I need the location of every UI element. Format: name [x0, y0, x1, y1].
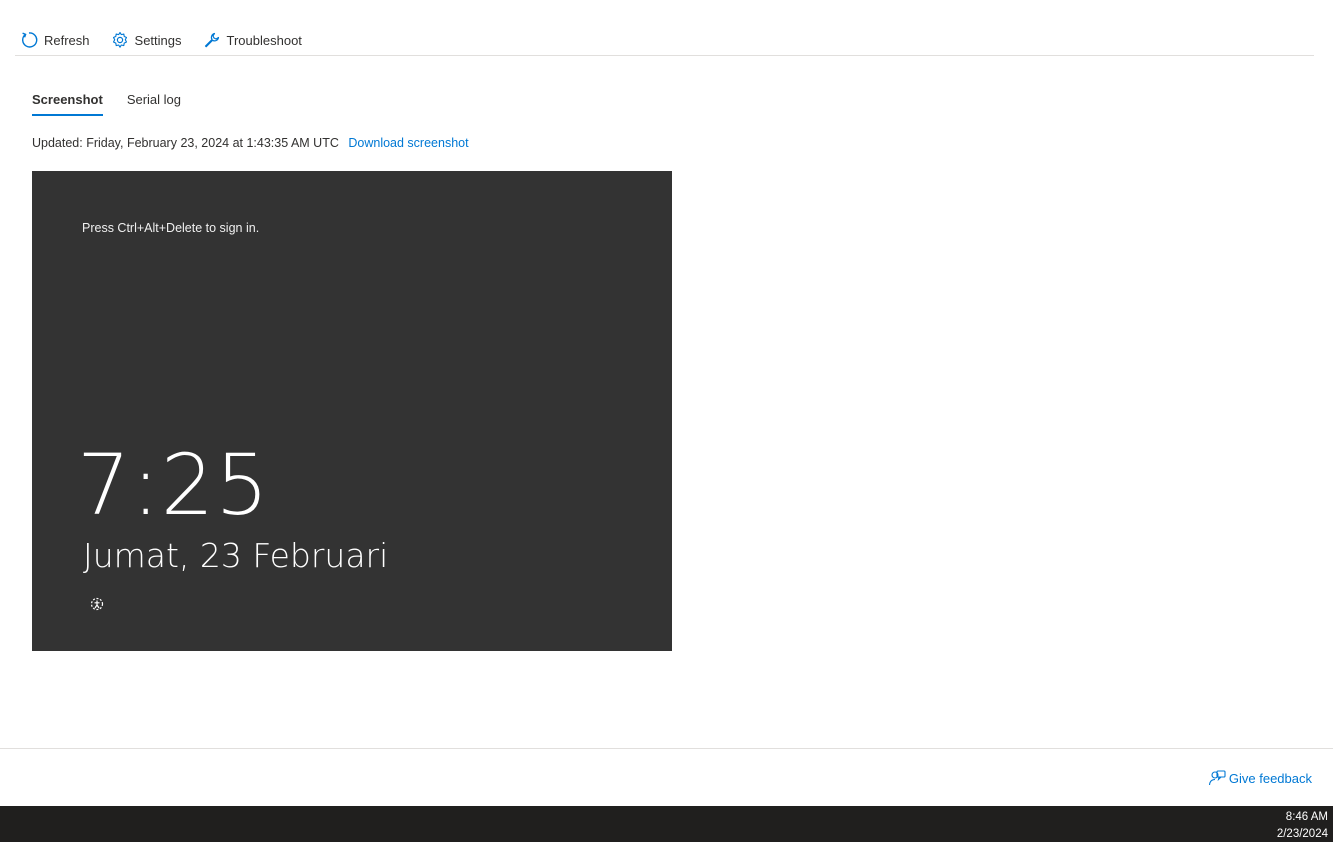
vm-screenshot: Press Ctrl+Alt+Delete to sign in. 7:25 J…: [32, 171, 672, 651]
lock-screen-time: 7:25: [77, 436, 270, 534]
tab-list: Screenshot Serial log: [32, 86, 205, 118]
ease-of-access-icon: [89, 596, 105, 612]
taskbar-date: 2/23/2024: [1276, 828, 1328, 840]
sign-in-prompt: Press Ctrl+Alt+Delete to sign in.: [82, 221, 260, 235]
lock-screen-date: Jumat, 23 Februari: [83, 536, 389, 575]
troubleshoot-label: Troubleshoot: [226, 32, 302, 48]
refresh-label: Refresh: [44, 32, 90, 48]
taskbar: 8:46 AM 2/23/2024: [0, 806, 1333, 842]
updated-status: Updated: Friday, February 23, 2024 at 1:…: [32, 136, 469, 150]
footer-divider: [0, 748, 1333, 749]
tab-screenshot[interactable]: Screenshot: [32, 86, 103, 116]
tab-serial-log[interactable]: Serial log: [127, 86, 181, 116]
command-bar: Refresh Settings Troubleshoot: [15, 25, 1314, 56]
taskbar-time: 8:46 AM: [1285, 811, 1328, 823]
download-screenshot-link[interactable]: Download screenshot: [348, 136, 468, 150]
gear-icon: [110, 30, 130, 50]
settings-label: Settings: [134, 32, 182, 48]
feedback-icon: [1208, 769, 1226, 787]
settings-button[interactable]: Settings: [106, 27, 184, 53]
refresh-icon: [19, 30, 39, 50]
give-feedback-link[interactable]: Give feedback: [1208, 769, 1312, 787]
feedback-label: Give feedback: [1228, 770, 1312, 786]
refresh-button[interactable]: Refresh: [15, 27, 92, 53]
updated-text: Updated: Friday, February 23, 2024 at 1:…: [32, 136, 339, 150]
troubleshoot-button[interactable]: Troubleshoot: [198, 27, 304, 53]
wrench-icon: [202, 30, 222, 50]
taskbar-clock[interactable]: 8:46 AM 2/23/2024: [1277, 809, 1328, 843]
